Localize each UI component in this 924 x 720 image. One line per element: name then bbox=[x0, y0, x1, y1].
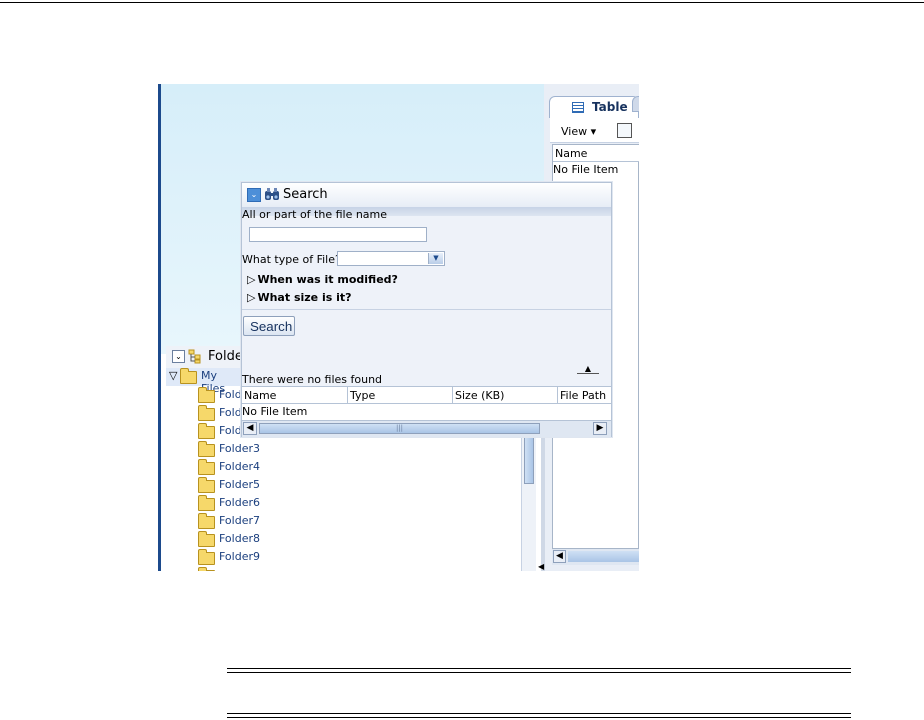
folder-icon bbox=[198, 549, 215, 565]
scroll-thumb[interactable] bbox=[568, 551, 639, 562]
folder-icon bbox=[198, 477, 215, 493]
tree-node-label: Folder5 bbox=[219, 478, 260, 491]
rule bbox=[227, 713, 851, 714]
folder-icon bbox=[198, 423, 215, 439]
disclosure-size[interactable]: ▷ What size is it? bbox=[247, 291, 352, 304]
file-type-select[interactable]: ▼ bbox=[337, 251, 445, 266]
column-header-size[interactable]: Size (KB) bbox=[455, 389, 504, 402]
folders-title: Folde bbox=[208, 349, 243, 364]
table-toolbar: View ▾ bbox=[550, 118, 639, 143]
search-button[interactable]: Search bbox=[243, 316, 295, 336]
tab-table[interactable]: Table bbox=[549, 96, 639, 118]
view-menu[interactable]: View ▾ bbox=[561, 125, 596, 138]
scroll-thumb[interactable]: ||| bbox=[259, 423, 540, 434]
collapse-icon[interactable]: ⌄ bbox=[247, 188, 261, 202]
top-rule bbox=[0, 2, 924, 3]
divider bbox=[242, 309, 611, 310]
binoculars-icon bbox=[265, 188, 279, 200]
disclosure-triangle-icon: ▷ bbox=[247, 291, 256, 304]
column-header-name[interactable]: Name bbox=[244, 389, 276, 402]
tree-node-label: Folder7 bbox=[219, 514, 260, 527]
folder-icon bbox=[198, 531, 215, 547]
folder-icon bbox=[198, 567, 215, 571]
results-message: There were no files found bbox=[242, 373, 383, 386]
folder-icon bbox=[198, 459, 215, 475]
rule bbox=[227, 668, 851, 669]
tree-node-label: Folder6 bbox=[219, 496, 260, 509]
search-dialog: ⌄ Search All or part of the file name Wh… bbox=[241, 182, 612, 437]
tree-node-label: Folder3 bbox=[219, 442, 260, 455]
expand-icon[interactable]: ▽ bbox=[169, 369, 177, 382]
folder-icon bbox=[198, 513, 215, 529]
column-header-name[interactable]: Name bbox=[553, 145, 639, 162]
disclosure-triangle-icon: ▷ bbox=[247, 273, 256, 286]
rule bbox=[227, 717, 851, 718]
column-separator[interactable] bbox=[347, 387, 348, 403]
chevron-down-icon[interactable]: ▼ bbox=[428, 253, 443, 264]
column-header-type[interactable]: Type bbox=[350, 389, 375, 402]
column-header-path[interactable]: File Path bbox=[560, 389, 606, 402]
results-header: Name Type Size (KB) File Path bbox=[242, 387, 611, 404]
scroll-thumb[interactable] bbox=[524, 434, 534, 484]
file-name-input[interactable] bbox=[249, 227, 427, 242]
table-icon bbox=[572, 102, 584, 113]
tree-node-label: Folder9 bbox=[219, 550, 260, 563]
tab-table-label: Table bbox=[592, 100, 628, 114]
column-separator[interactable] bbox=[557, 387, 558, 403]
folder-icon bbox=[198, 405, 215, 421]
edit-icon[interactable] bbox=[617, 123, 632, 138]
disclosure-modified[interactable]: ▷ When was it modified? bbox=[247, 273, 398, 286]
folder-icon bbox=[198, 387, 215, 403]
collapse-icon[interactable]: ⌄ bbox=[172, 350, 185, 363]
rule bbox=[227, 672, 851, 673]
tab-next[interactable] bbox=[632, 96, 639, 112]
folder-icon bbox=[180, 368, 197, 384]
scroll-left-icon[interactable]: ◀ bbox=[553, 550, 566, 563]
horizontal-scrollbar[interactable]: ◀ ||| ▶ bbox=[242, 420, 611, 437]
folder-icon bbox=[198, 441, 215, 457]
results-table: Name Type Size (KB) File Path No File It… bbox=[242, 386, 611, 421]
file-type-label: What type of File? bbox=[242, 253, 341, 266]
collapse-up-icon[interactable]: ▲ bbox=[577, 365, 599, 374]
scroll-right-icon[interactable]: ▶ bbox=[593, 422, 607, 435]
scroll-left-icon[interactable]: ◀ bbox=[243, 422, 257, 435]
search-title: Search bbox=[283, 187, 328, 202]
collapse-arrow-icon[interactable]: ◀ bbox=[538, 562, 544, 571]
folder-icon bbox=[198, 495, 215, 511]
empty-row: No File Item bbox=[242, 405, 308, 418]
tree-icon bbox=[188, 349, 201, 364]
file-name-label: All or part of the file name bbox=[242, 208, 388, 221]
column-separator[interactable] bbox=[452, 387, 453, 403]
search-header: ⌄ Search bbox=[242, 183, 611, 207]
tree-node-label: Folder8 bbox=[219, 532, 260, 545]
tree-node-label: Folder4 bbox=[219, 460, 260, 473]
empty-message: No File Item bbox=[553, 163, 619, 176]
horizontal-scrollbar[interactable]: ◀ bbox=[552, 548, 639, 565]
